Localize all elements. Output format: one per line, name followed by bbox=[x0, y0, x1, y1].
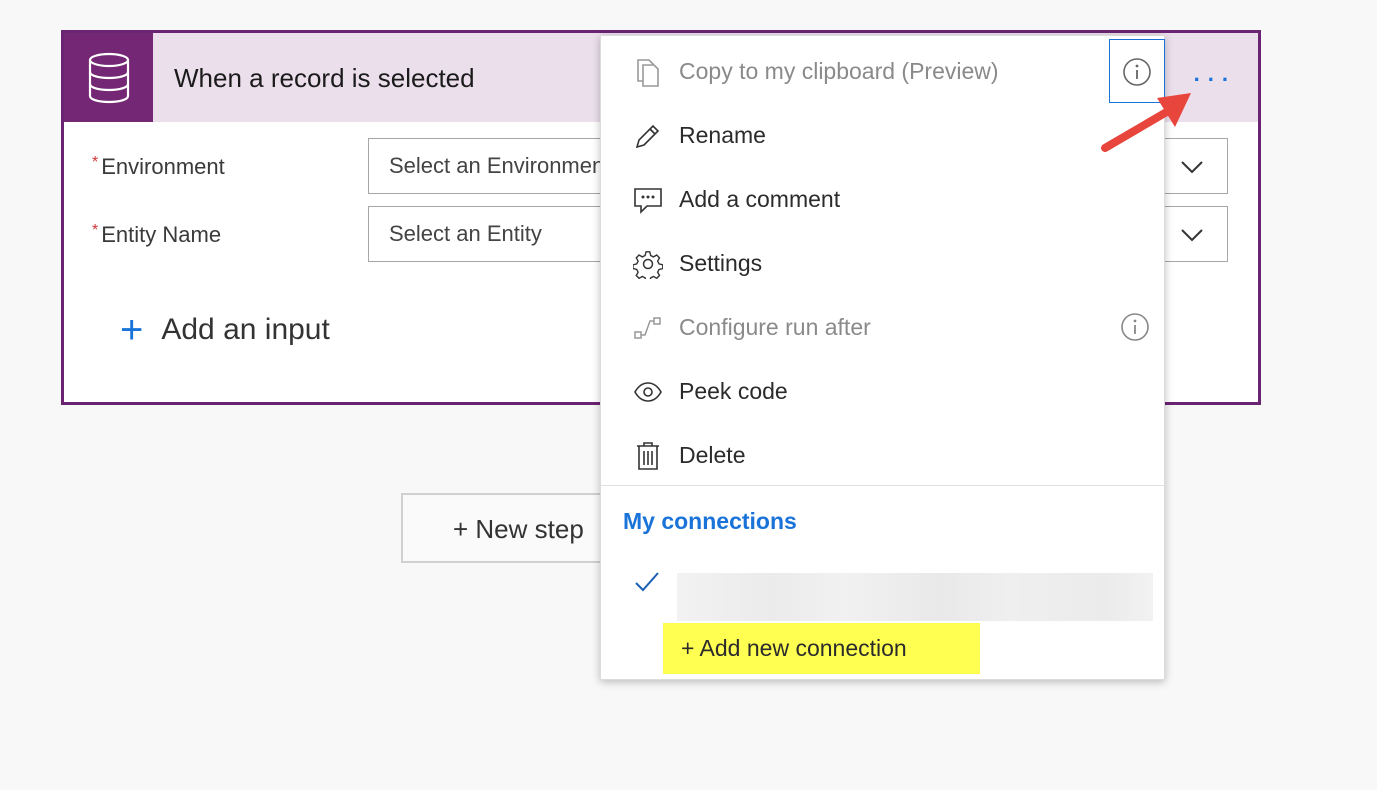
menu-item-label: Rename bbox=[679, 122, 766, 148]
run-after-icon bbox=[633, 313, 663, 343]
checkmark-icon bbox=[633, 569, 661, 600]
menu-item-label: Add a comment bbox=[679, 186, 841, 212]
chevron-down-icon[interactable] bbox=[1179, 221, 1205, 253]
environment-placeholder: Select an Environment bbox=[389, 153, 611, 178]
database-icon bbox=[64, 33, 153, 122]
gear-icon bbox=[632, 249, 664, 283]
entity-name-label-text: Entity Name bbox=[101, 222, 222, 247]
required-marker: * bbox=[92, 154, 99, 171]
menu-item-delete[interactable]: Delete bbox=[601, 423, 1164, 487]
pencil-icon bbox=[633, 121, 663, 151]
menu-item-settings[interactable]: Settings bbox=[601, 231, 1164, 295]
comment-icon bbox=[633, 185, 663, 215]
copy-icon bbox=[633, 57, 663, 87]
menu-item-rename[interactable]: Rename bbox=[601, 103, 1164, 167]
menu-item-configure-run-after[interactable]: Configure run after bbox=[601, 295, 1164, 359]
info-icon[interactable] bbox=[1120, 312, 1150, 342]
annotation-arrow-icon bbox=[1101, 93, 1191, 152]
menu-divider bbox=[601, 485, 1164, 486]
add-input-label: Add an input bbox=[161, 313, 330, 346]
menu-item-peek-code[interactable]: Peek code bbox=[601, 359, 1164, 423]
menu-item-add-comment[interactable]: Add a comment bbox=[601, 167, 1164, 231]
plus-icon: + bbox=[120, 308, 144, 352]
trash-icon bbox=[633, 441, 663, 471]
required-marker: * bbox=[92, 222, 99, 239]
menu-item-copy-clipboard[interactable]: Copy to my clipboard (Preview) bbox=[601, 39, 1165, 103]
menu-item-label: Delete bbox=[679, 442, 746, 468]
new-step-button[interactable]: + New step bbox=[401, 493, 631, 563]
environment-label-text: Environment bbox=[101, 154, 225, 179]
card-title[interactable]: When a record is selected bbox=[174, 63, 475, 94]
menu-item-label: Copy to my clipboard (Preview) bbox=[679, 58, 999, 84]
menu-item-label: Configure run after bbox=[679, 314, 871, 340]
environment-label: * Environment bbox=[92, 154, 225, 180]
more-options-button[interactable]: ... bbox=[1194, 61, 1236, 87]
connection-item-redacted[interactable] bbox=[677, 573, 1153, 621]
eye-icon bbox=[633, 377, 663, 407]
menu-item-label: Settings bbox=[679, 250, 763, 276]
entity-placeholder: Select an Entity bbox=[389, 221, 542, 246]
add-new-connection-button[interactable]: + Add new connection bbox=[663, 623, 980, 674]
entity-name-label: * Entity Name bbox=[92, 222, 221, 248]
my-connections-heading: My connections bbox=[623, 508, 797, 534]
menu-item-label: Peek code bbox=[679, 378, 788, 404]
action-context-menu: Copy to my clipboard (Preview) Rename Ad… bbox=[600, 35, 1165, 680]
add-input-button[interactable]: + Add an input bbox=[120, 308, 330, 352]
info-icon bbox=[1123, 58, 1151, 86]
